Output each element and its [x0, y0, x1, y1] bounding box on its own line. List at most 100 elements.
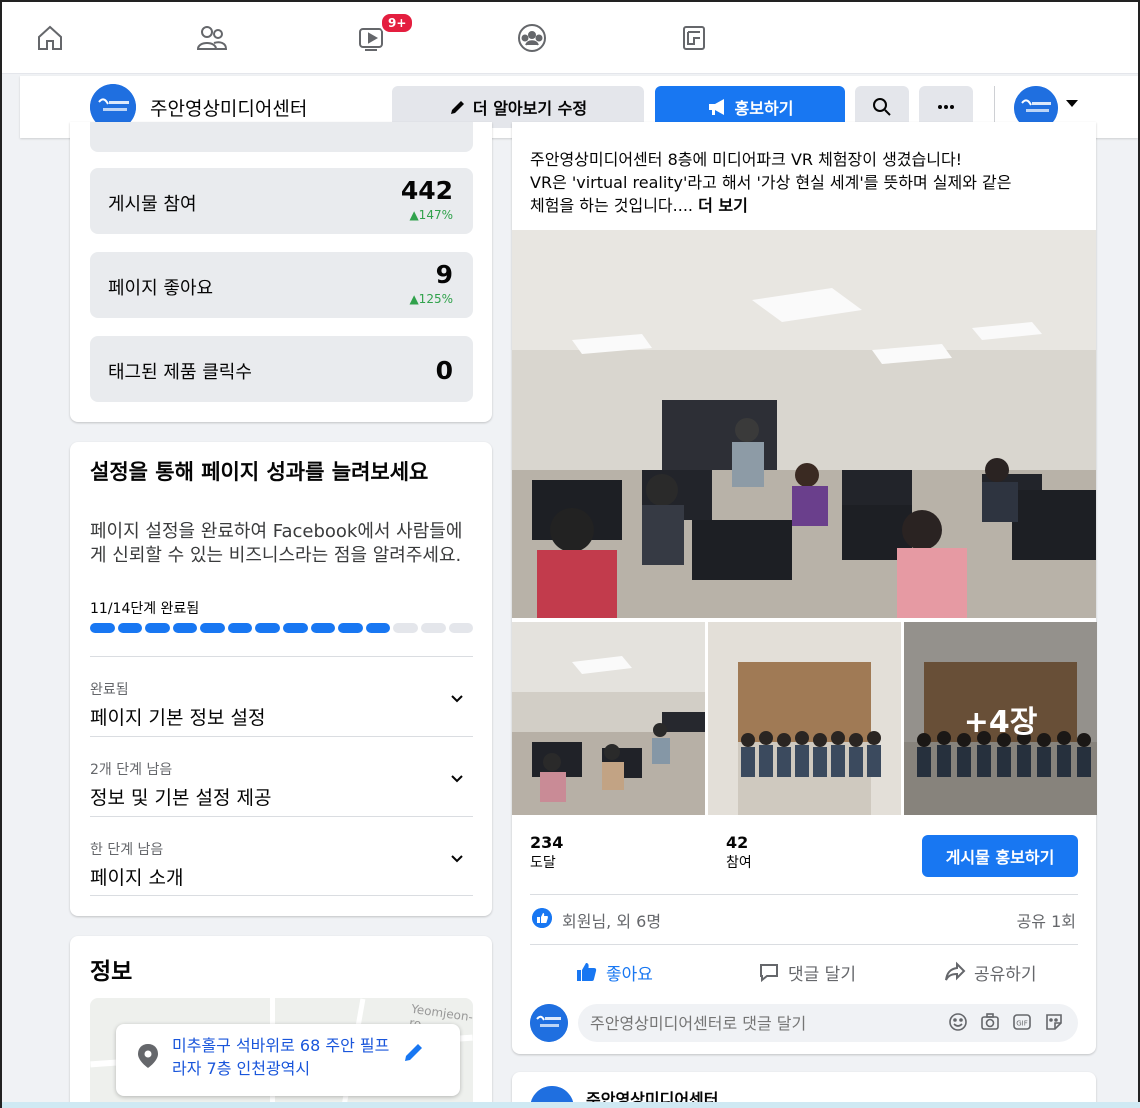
progress-segment: [255, 623, 281, 633]
comment-composer: GIF: [530, 1002, 1078, 1044]
sticker-icon[interactable]: [1044, 1012, 1064, 1032]
insights-card: 게시물 참여 442 ▲147% 페이지 좋아요 9 ▲125% 태그된 제품 …: [70, 122, 492, 422]
notification-badge: 9+: [380, 12, 415, 34]
comment-tools: GIF: [948, 1012, 1064, 1032]
info-title: 정보: [90, 959, 133, 985]
progress-segment: [172, 623, 198, 633]
share-count[interactable]: 공유 1회: [1017, 908, 1076, 932]
progress-segment: [145, 623, 170, 633]
stat-change: ▲147%: [409, 208, 453, 222]
pages-icon[interactable]: [676, 20, 712, 56]
stat-row-tagged-product-clicks[interactable]: 태그된 제품 클릭수 0: [90, 336, 473, 402]
share-label: 공유하기: [974, 964, 1037, 985]
setup-progress-label: 11/14단계 완료됨: [90, 601, 200, 617]
post-engagement-stat: 42 참여: [726, 832, 752, 874]
map[interactable]: Yeomjeon-ro 미추홀구 석바위로 68 주안 필프라자 7층 인천광역…: [90, 998, 473, 1108]
post-reach-stat: 234 도달: [530, 832, 563, 874]
stat-row-page-likes[interactable]: 페이지 좋아요 9 ▲125%: [90, 252, 473, 318]
like-label: 좋아요: [606, 964, 653, 985]
setup-item-info-settings[interactable]: 2개 단계 남음 정보 및 기본 설정 제공: [90, 736, 473, 816]
stat-row-post-engagement[interactable]: 게시물 참여 442 ▲147%: [90, 168, 473, 234]
gif-icon[interactable]: GIF: [1012, 1012, 1032, 1032]
stat-label: 게시물 참여: [108, 194, 197, 215]
progress-segment: [338, 623, 363, 633]
pencil-icon: [450, 101, 464, 114]
boost-post-button[interactable]: 게시물 홍보하기: [922, 835, 1078, 877]
chevron-down-icon[interactable]: [451, 693, 463, 705]
share-button[interactable]: 공유하기: [944, 954, 1037, 990]
friends-icon[interactable]: [194, 20, 230, 56]
stat-change: ▲125%: [409, 292, 453, 306]
progress-segment: [283, 623, 308, 633]
emoji-icon[interactable]: [948, 1012, 968, 1032]
reach-value: 234: [530, 833, 564, 852]
thumbs-up-icon: [577, 963, 597, 981]
stat-value: 9: [435, 260, 453, 289]
more-photos-overlay[interactable]: +4장: [904, 622, 1097, 815]
progress-segment: [393, 623, 418, 633]
setup-item-name: 정보 및 기본 설정 제공: [90, 787, 272, 809]
page-setup-card: 설정을 통해 페이지 성과를 늘려보세요 페이지 설정을 완료하여 Facebo…: [70, 442, 492, 916]
engagement-value: 42: [726, 833, 749, 852]
post-photo-thumb-more[interactable]: +4장: [904, 622, 1097, 815]
stat-value: 0: [435, 356, 453, 385]
stat-value: 442: [400, 176, 453, 205]
comment-button[interactable]: 댓글 달기: [758, 954, 856, 990]
post-text-line: 주안영상미디어센터 8층에 미디어파크 VR 체험장이 생겼습니다!: [530, 150, 963, 169]
divider: [530, 944, 1078, 945]
like-reaction-icon: [532, 908, 552, 928]
address-box[interactable]: 미추홀구 석바위로 68 주안 필프라자 7층 인천광역시: [116, 1024, 460, 1096]
engagement-label: 참여: [726, 855, 752, 871]
post-text-line: VR은 'virtual reality'라고 해서 '가상 현실 세계'를 뜻…: [530, 173, 1012, 192]
comment-label: 댓글 달기: [788, 964, 856, 985]
stat-row-partial: [90, 122, 473, 152]
groups-icon[interactable]: [514, 20, 550, 56]
progress-segment: [310, 623, 336, 633]
share-icon: [945, 961, 966, 981]
reactions-row[interactable]: 회원님, 외 6명 공유 1회: [530, 904, 1078, 934]
post-photo-main[interactable]: [512, 230, 1096, 618]
commenter-avatar[interactable]: [530, 1004, 568, 1042]
setup-item-name: 페이지 소개: [90, 867, 184, 889]
post-text: 주안영상미디어센터 8층에 미디어파크 VR 체험장이 생겼습니다! VR은 '…: [530, 148, 1080, 217]
more-dots-icon: [938, 105, 954, 109]
progress-segment: [448, 623, 474, 633]
progress-segment: [227, 623, 253, 633]
top-navigation-bar: 9+: [2, 2, 1138, 74]
setup-item-status: 2개 단계 남음: [90, 762, 173, 778]
camera-icon[interactable]: [980, 1012, 1000, 1032]
chevron-down-icon[interactable]: [451, 853, 463, 865]
promote-button-label: 홍보하기: [734, 99, 794, 118]
address-text[interactable]: 미추홀구 석바위로 68 주안 필프라자 7층 인천광역시: [172, 1034, 392, 1080]
progress-segment: [200, 623, 225, 633]
caret-down-icon[interactable]: [1066, 100, 1078, 107]
info-card: 정보 Yeomjeon-ro 미추홀구 석바위로 68 주안 필프라자 7층 인…: [70, 936, 492, 1108]
setup-item-page-intro[interactable]: 한 단계 남음 페이지 소개: [90, 816, 473, 896]
bottom-strip: [2, 1102, 1140, 1108]
setup-item-status: 한 단계 남음: [90, 842, 164, 858]
see-more-link[interactable]: 더 보기: [698, 196, 748, 215]
divider: [530, 894, 1078, 895]
progress-segment: [420, 623, 446, 633]
location-pin-icon: [138, 1044, 158, 1068]
post-photo-thumb[interactable]: [708, 622, 901, 815]
progress-segment: [117, 623, 143, 633]
pencil-icon[interactable]: [402, 1040, 426, 1064]
post-text-line: 체험을 하는 것입니다....: [530, 196, 693, 215]
home-icon[interactable]: [32, 20, 68, 56]
reactions-text[interactable]: 회원님, 외 6명: [562, 908, 661, 932]
edit-button-label: 더 알아보기 수정: [472, 99, 588, 118]
search-icon: [873, 98, 891, 116]
page-name[interactable]: 주안영상미디어센터: [150, 94, 307, 121]
progress-segment: [90, 623, 115, 633]
setup-item-name: 페이지 기본 정보 설정: [90, 707, 266, 729]
progress-segment: [365, 623, 391, 633]
setup-title: 설정을 통해 페이지 성과를 늘려보세요: [90, 460, 429, 484]
post-photo-thumb[interactable]: [512, 622, 705, 815]
stat-label: 태그된 제품 클릭수: [108, 362, 252, 383]
setup-item-basic-info[interactable]: 완료됨 페이지 기본 정보 설정: [90, 656, 473, 736]
like-button[interactable]: 좋아요: [576, 954, 653, 990]
chevron-down-icon[interactable]: [451, 773, 463, 785]
megaphone-icon: [708, 99, 724, 115]
reach-label: 도달: [530, 855, 556, 871]
